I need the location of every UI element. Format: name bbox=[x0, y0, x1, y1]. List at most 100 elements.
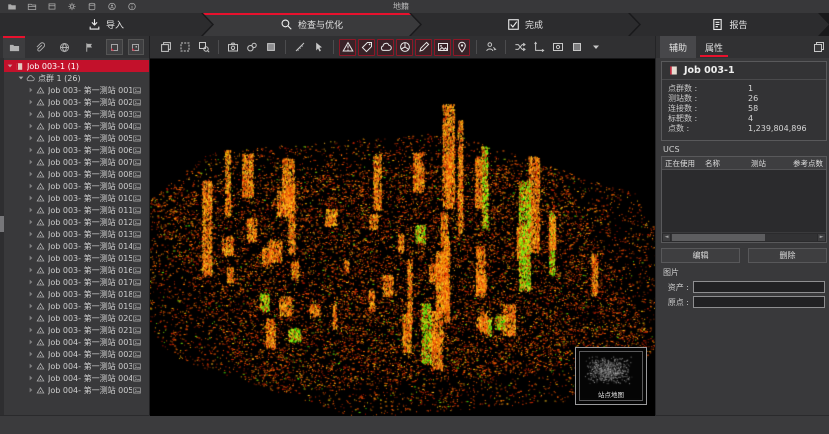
edit-button[interactable]: 编辑 bbox=[661, 248, 740, 263]
tag-button[interactable] bbox=[358, 39, 375, 56]
arrow-down-icon[interactable] bbox=[17, 74, 25, 82]
photo-icon[interactable] bbox=[132, 182, 142, 191]
workflow-step-3[interactable]: 完成 bbox=[411, 13, 639, 36]
arrow-right-icon[interactable] bbox=[27, 362, 35, 370]
filter-stations-button[interactable] bbox=[106, 39, 122, 55]
arrow-right-icon[interactable] bbox=[27, 254, 35, 262]
photo-icon[interactable] bbox=[132, 326, 142, 335]
workflow-step-1[interactable]: 导入 bbox=[0, 13, 212, 36]
project-tab-flag[interactable] bbox=[78, 36, 100, 58]
snapshot-button[interactable] bbox=[549, 39, 566, 56]
arrow-right-icon[interactable] bbox=[27, 230, 35, 238]
tree-item-station[interactable]: Job 004- 第一测站 003 (4) bbox=[0, 360, 149, 372]
account-icon[interactable] bbox=[106, 2, 118, 11]
arrow-right-icon[interactable] bbox=[27, 218, 35, 226]
info-icon[interactable] bbox=[126, 2, 138, 11]
tree-item-job-root[interactable]: Job 003-1 (1) bbox=[0, 60, 149, 72]
tree-item-station[interactable]: Job 003- 第一测站 015 (4) bbox=[0, 252, 149, 264]
arrow-right-icon[interactable] bbox=[27, 206, 35, 214]
ucs-horizontal-scrollbar[interactable]: ◄ ► bbox=[662, 232, 826, 242]
tree-item-station[interactable]: Job 003- 第一测站 001 (6) bbox=[0, 84, 149, 96]
measure-button[interactable] bbox=[291, 39, 308, 56]
tree-item-station[interactable]: Job 003- 第一测站 005 (7) bbox=[0, 132, 149, 144]
photo-icon[interactable] bbox=[132, 314, 142, 323]
scroll-right-arrow-icon[interactable]: ► bbox=[818, 234, 825, 241]
arrow-right-icon[interactable] bbox=[27, 302, 35, 310]
tree-item-station[interactable]: Job 003- 第一测站 012 (5) bbox=[0, 216, 149, 228]
photo-icon[interactable] bbox=[132, 266, 142, 275]
arrow-right-icon[interactable] bbox=[27, 350, 35, 358]
photo-icon[interactable] bbox=[132, 158, 142, 167]
tree-item-station[interactable]: Job 003- 第一测站 002 (5) bbox=[0, 96, 149, 108]
photo-icon[interactable] bbox=[132, 386, 142, 395]
copy-button[interactable] bbox=[157, 39, 174, 56]
spheres-button[interactable] bbox=[243, 39, 260, 56]
arrow-right-icon[interactable] bbox=[27, 86, 35, 94]
tree-scrollbar[interactable] bbox=[0, 58, 4, 415]
tree-item-station[interactable]: Job 003- 第一测站 014 (4) bbox=[0, 240, 149, 252]
layout-button[interactable] bbox=[810, 40, 828, 55]
axes-button[interactable] bbox=[530, 39, 547, 56]
camera-button[interactable] bbox=[224, 39, 241, 56]
photo-icon[interactable] bbox=[132, 122, 142, 131]
arrow-right-icon[interactable] bbox=[27, 386, 35, 394]
tree-item-station[interactable]: Job 003- 第一测站 011 (2) bbox=[0, 204, 149, 216]
arrow-right-icon[interactable] bbox=[27, 278, 35, 286]
photo-icon[interactable] bbox=[132, 254, 142, 263]
minimap[interactable]: 站点地图 bbox=[575, 347, 647, 405]
tree-item-station[interactable]: Job 004- 第一测站 001 (3) bbox=[0, 336, 149, 348]
photo-icon[interactable] bbox=[132, 134, 142, 143]
tree-item-station[interactable]: Job 003- 第一测站 017 (3) bbox=[0, 276, 149, 288]
photo-icon[interactable] bbox=[132, 110, 142, 119]
asset-field[interactable] bbox=[693, 281, 825, 293]
tree-scrollbar-thumb[interactable] bbox=[0, 216, 4, 232]
tree-item-station[interactable]: Job 003- 第一测站 008 (2) bbox=[0, 168, 149, 180]
arrow-right-icon[interactable] bbox=[27, 182, 35, 190]
scroll-left-arrow-icon[interactable]: ◄ bbox=[663, 234, 670, 241]
cloud-button[interactable] bbox=[377, 39, 394, 56]
clip-box-button[interactable] bbox=[176, 39, 193, 56]
tree-item-station[interactable]: Job 003- 第一测站 013 (4) bbox=[0, 228, 149, 240]
photo-icon[interactable] bbox=[132, 350, 142, 359]
photo-icon[interactable] bbox=[132, 362, 142, 371]
pie-chart-button[interactable] bbox=[396, 39, 413, 56]
image-button[interactable] bbox=[434, 39, 451, 56]
ucs-column-header[interactable]: 名称 bbox=[702, 158, 748, 169]
origin-field[interactable] bbox=[693, 296, 825, 308]
scrollbar-thumb[interactable] bbox=[672, 234, 765, 241]
workflow-step-2[interactable]: 检查与优化 bbox=[203, 13, 420, 36]
person-button[interactable] bbox=[482, 39, 499, 56]
settings-icon[interactable] bbox=[66, 2, 78, 11]
arrow-right-icon[interactable] bbox=[27, 266, 35, 274]
arrow-right-icon[interactable] bbox=[27, 122, 35, 130]
photo-icon[interactable] bbox=[132, 374, 142, 383]
arrow-right-icon[interactable] bbox=[27, 314, 35, 322]
zoom-window-button[interactable] bbox=[195, 39, 212, 56]
project-tab-folder[interactable] bbox=[3, 36, 25, 58]
pencil-button[interactable] bbox=[415, 39, 432, 56]
warning-button[interactable] bbox=[339, 39, 356, 56]
photo-icon[interactable] bbox=[132, 170, 142, 179]
arrow-right-icon[interactable] bbox=[27, 158, 35, 166]
photo-icon[interactable] bbox=[132, 86, 142, 95]
arrow-right-icon[interactable] bbox=[27, 170, 35, 178]
arrow-down-icon[interactable] bbox=[6, 62, 14, 70]
arrow-right-icon[interactable] bbox=[27, 146, 35, 154]
card-icon[interactable] bbox=[46, 2, 58, 11]
tree-item-station[interactable]: Job 003- 第一测站 004 (5) bbox=[0, 120, 149, 132]
arrow-right-icon[interactable] bbox=[27, 338, 35, 346]
tree-item-station[interactable]: Job 004- 第一测站 002 (6) bbox=[0, 348, 149, 360]
scrollbar-track[interactable] bbox=[671, 234, 817, 241]
tab-auxiliary[interactable]: 辅助 bbox=[660, 36, 696, 58]
delete-button[interactable]: 删除 bbox=[748, 248, 827, 263]
cube-button[interactable] bbox=[262, 39, 279, 56]
folder-open-icon[interactable] bbox=[26, 2, 38, 11]
tree-item-station[interactable]: Job 003- 第一测站 020 (5) bbox=[0, 312, 149, 324]
photo-icon[interactable] bbox=[132, 242, 142, 251]
ucs-column-header[interactable]: 测站 bbox=[748, 158, 790, 169]
arrow-right-icon[interactable] bbox=[27, 290, 35, 298]
cursor-button[interactable] bbox=[310, 39, 327, 56]
arrow-right-icon[interactable] bbox=[27, 374, 35, 382]
tree-item-station[interactable]: Job 003- 第一测站 021 (9) bbox=[0, 324, 149, 336]
tree-item-pointcloud-group[interactable]: 点群 1 (26) bbox=[0, 72, 149, 84]
